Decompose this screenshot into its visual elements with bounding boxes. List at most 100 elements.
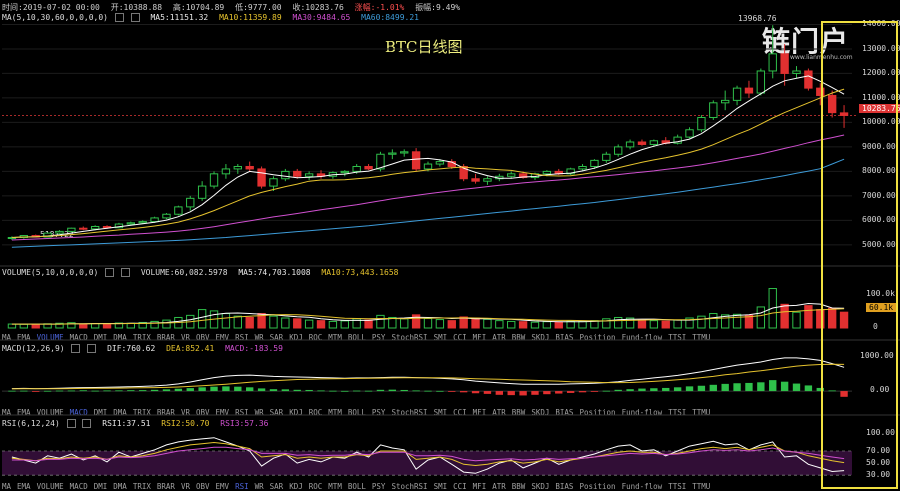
macd-histogram-bar xyxy=(840,391,848,397)
candle-body xyxy=(352,165,361,172)
ma5-line xyxy=(11,75,845,238)
macd-histogram-bar xyxy=(673,387,682,392)
macd-histogram-bar xyxy=(543,391,551,395)
volume-bar xyxy=(293,318,302,329)
macd-histogram-bar xyxy=(436,390,444,392)
macd-histogram-bar xyxy=(222,386,230,392)
volume-bar xyxy=(79,323,88,329)
highlight-box xyxy=(821,21,898,489)
volume-bar xyxy=(197,309,207,329)
candle-body xyxy=(388,152,397,155)
candle-body xyxy=(768,53,777,72)
volume-bar xyxy=(447,320,456,329)
candle-body xyxy=(839,112,849,116)
candle-body xyxy=(269,178,278,187)
candle-body xyxy=(174,206,183,215)
candle-body xyxy=(709,102,718,119)
volume-bar xyxy=(316,320,326,329)
volume-bar xyxy=(697,315,706,329)
macd-histogram-bar xyxy=(459,391,468,393)
macd-histogram-bar xyxy=(43,390,52,392)
candle-body xyxy=(483,178,492,182)
macd-histogram-bar xyxy=(400,389,408,392)
candle-body xyxy=(590,159,599,167)
macd-histogram-bar xyxy=(721,383,729,392)
macd-histogram-bar xyxy=(471,391,480,394)
volume-bar xyxy=(162,319,171,329)
macd-histogram-bar xyxy=(709,384,717,392)
macd-histogram-bar xyxy=(91,390,99,392)
macd-histogram-bar xyxy=(234,386,242,392)
candle-body xyxy=(197,185,207,199)
candle-body xyxy=(411,151,421,170)
macd-histogram-bar xyxy=(626,389,634,392)
volume-bar xyxy=(661,320,670,329)
candle-body xyxy=(697,117,706,131)
macd-histogram-bar xyxy=(733,383,741,392)
candle-body xyxy=(744,87,754,94)
volume-bar xyxy=(7,323,17,329)
volume-bar xyxy=(328,320,338,329)
macd-histogram-bar xyxy=(531,391,539,395)
candle-body xyxy=(257,168,266,187)
macd-histogram-bar xyxy=(792,383,801,392)
volume-bar xyxy=(435,319,445,329)
macd-histogram-bar xyxy=(67,390,76,392)
macd-histogram-bar xyxy=(174,388,183,392)
volume-bar xyxy=(756,306,766,329)
volume-bar xyxy=(483,318,492,329)
macd-histogram-bar xyxy=(388,389,397,392)
candle-body xyxy=(150,217,159,223)
volume-bar xyxy=(578,320,587,329)
macd-histogram-bar xyxy=(566,391,575,393)
volume-bar xyxy=(281,317,290,329)
candle-body xyxy=(304,173,314,177)
volume-bar xyxy=(732,313,742,329)
macd-histogram-bar xyxy=(412,390,420,392)
volume-bar xyxy=(542,321,552,329)
candle-body xyxy=(649,140,659,145)
candle-body xyxy=(293,170,302,177)
macd-histogram-bar xyxy=(150,389,159,392)
candle-body xyxy=(578,165,587,170)
volume-bar xyxy=(518,321,528,329)
volume-bar xyxy=(649,320,659,329)
macd-histogram-bar xyxy=(578,391,587,393)
macd-histogram-bar xyxy=(198,387,206,392)
macd-histogram-bar xyxy=(210,386,218,392)
volume-bar xyxy=(340,320,349,329)
macd-histogram-bar xyxy=(269,389,278,392)
candle-body xyxy=(126,222,136,225)
macd-histogram-bar xyxy=(281,389,290,392)
macd-histogram-bar xyxy=(590,391,599,392)
candlestick-chart-canvas[interactable] xyxy=(0,0,900,491)
macd-histogram-bar xyxy=(293,389,301,392)
candle-body xyxy=(138,221,147,224)
candle-body xyxy=(79,227,88,230)
macd-histogram-bar xyxy=(317,390,325,392)
macd-histogram-bar xyxy=(448,391,456,392)
candle-body xyxy=(720,99,730,104)
macd-histogram-bar xyxy=(305,389,313,392)
candle-body xyxy=(827,94,837,114)
volume-bar xyxy=(304,319,314,329)
candle-body xyxy=(233,165,242,170)
macd-histogram-bar xyxy=(79,390,87,392)
macd-histogram-bar xyxy=(246,387,254,392)
macd-histogram-bar xyxy=(483,391,492,394)
candle-body xyxy=(55,230,64,234)
candle-body xyxy=(186,197,195,208)
volume-bar xyxy=(233,315,242,329)
volume-bar xyxy=(709,313,718,329)
candle-body xyxy=(209,173,219,187)
volume-bar xyxy=(31,324,40,329)
candle-body xyxy=(804,70,813,89)
candle-body xyxy=(756,70,766,94)
volume-bar xyxy=(530,321,540,329)
volume-bar xyxy=(19,323,29,329)
macd-histogram-bar xyxy=(507,391,515,396)
volume-bar xyxy=(269,315,278,329)
macd-histogram-bar xyxy=(780,381,789,392)
macd-histogram-bar xyxy=(20,390,28,392)
macd-histogram-bar xyxy=(32,391,40,392)
